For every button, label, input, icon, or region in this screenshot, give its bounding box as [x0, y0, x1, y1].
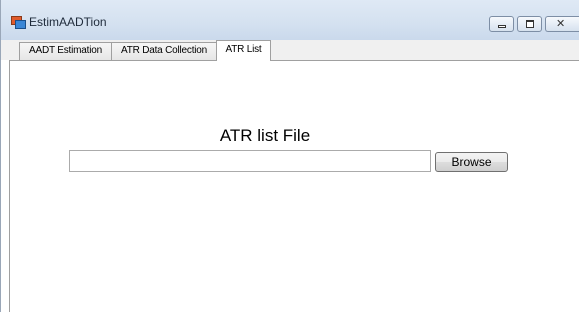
- client-area: AADT Estimation ATR Data Collection ATR …: [1, 40, 579, 312]
- browse-button[interactable]: Browse: [435, 152, 508, 172]
- panel-heading: ATR list File: [219, 126, 311, 145]
- title-bar[interactable]: EstimAADTion ✕: [1, 0, 579, 40]
- window-title: EstimAADTion: [29, 15, 107, 29]
- tab-strip: AADT Estimation ATR Data Collection ATR …: [1, 40, 579, 61]
- tab-atr-list[interactable]: ATR List: [216, 40, 271, 61]
- tab-aadt-estimation[interactable]: AADT Estimation: [19, 42, 112, 60]
- tab-atr-data-collection[interactable]: ATR Data Collection: [111, 42, 217, 60]
- atr-file-path-input[interactable]: [69, 150, 431, 172]
- maximize-button[interactable]: [517, 16, 542, 32]
- minimize-icon: [498, 25, 506, 28]
- app-window-icon: [11, 16, 26, 29]
- close-button[interactable]: ✕: [545, 16, 579, 32]
- close-icon: ✕: [556, 18, 566, 30]
- minimize-button[interactable]: [489, 16, 514, 32]
- app-window: EstimAADTion ✕ AADT Estimation ATR Data …: [0, 0, 579, 312]
- atr-list-panel: ATR list File: [9, 60, 579, 312]
- maximize-icon: [526, 20, 534, 28]
